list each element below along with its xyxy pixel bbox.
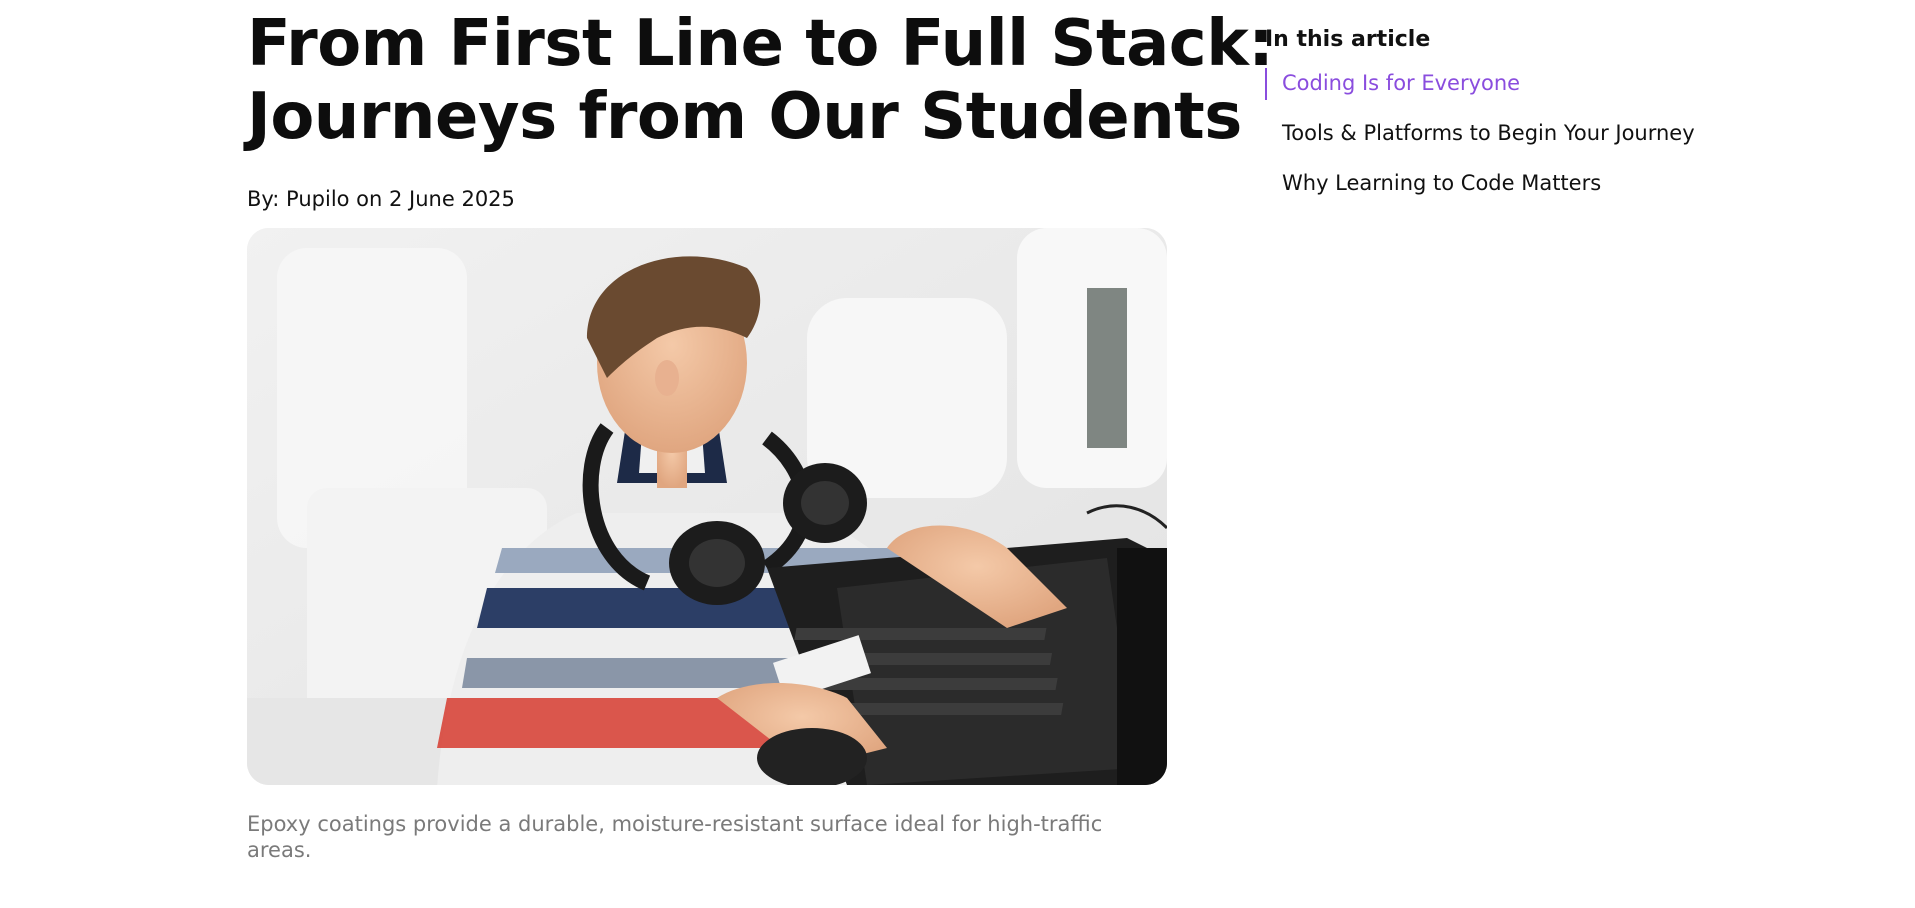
toc-list: Coding Is for Everyone Tools & Platforms… bbox=[1265, 68, 1865, 198]
boy-using-laptop-illustration bbox=[247, 228, 1167, 785]
article: From First Line to Full Stack: Journeys … bbox=[247, 0, 1274, 884]
toc-item-coding-is-for-everyone[interactable]: Coding Is for Everyone bbox=[1265, 68, 1865, 100]
article-title-line-2: Journeys from Our Students bbox=[247, 80, 1242, 154]
table-of-contents: In this article Coding Is for Everyone T… bbox=[1265, 24, 1865, 218]
toc-heading: In this article bbox=[1265, 27, 1431, 52]
toc-item-tools-and-platforms[interactable]: Tools & Platforms to Begin Your Journey bbox=[1265, 118, 1865, 148]
article-title: From First Line to Full Stack: Journeys … bbox=[247, 0, 1274, 154]
article-title-line-1: From First Line to Full Stack: bbox=[247, 7, 1274, 81]
toc-item-why-learning-to-code-matters[interactable]: Why Learning to Code Matters bbox=[1265, 168, 1865, 198]
image-caption: Epoxy coatings provide a durable, moistu… bbox=[247, 812, 1103, 862]
hero-image bbox=[247, 228, 1167, 785]
article-byline: By: Pupilo on 2 June 2025 bbox=[247, 187, 515, 211]
